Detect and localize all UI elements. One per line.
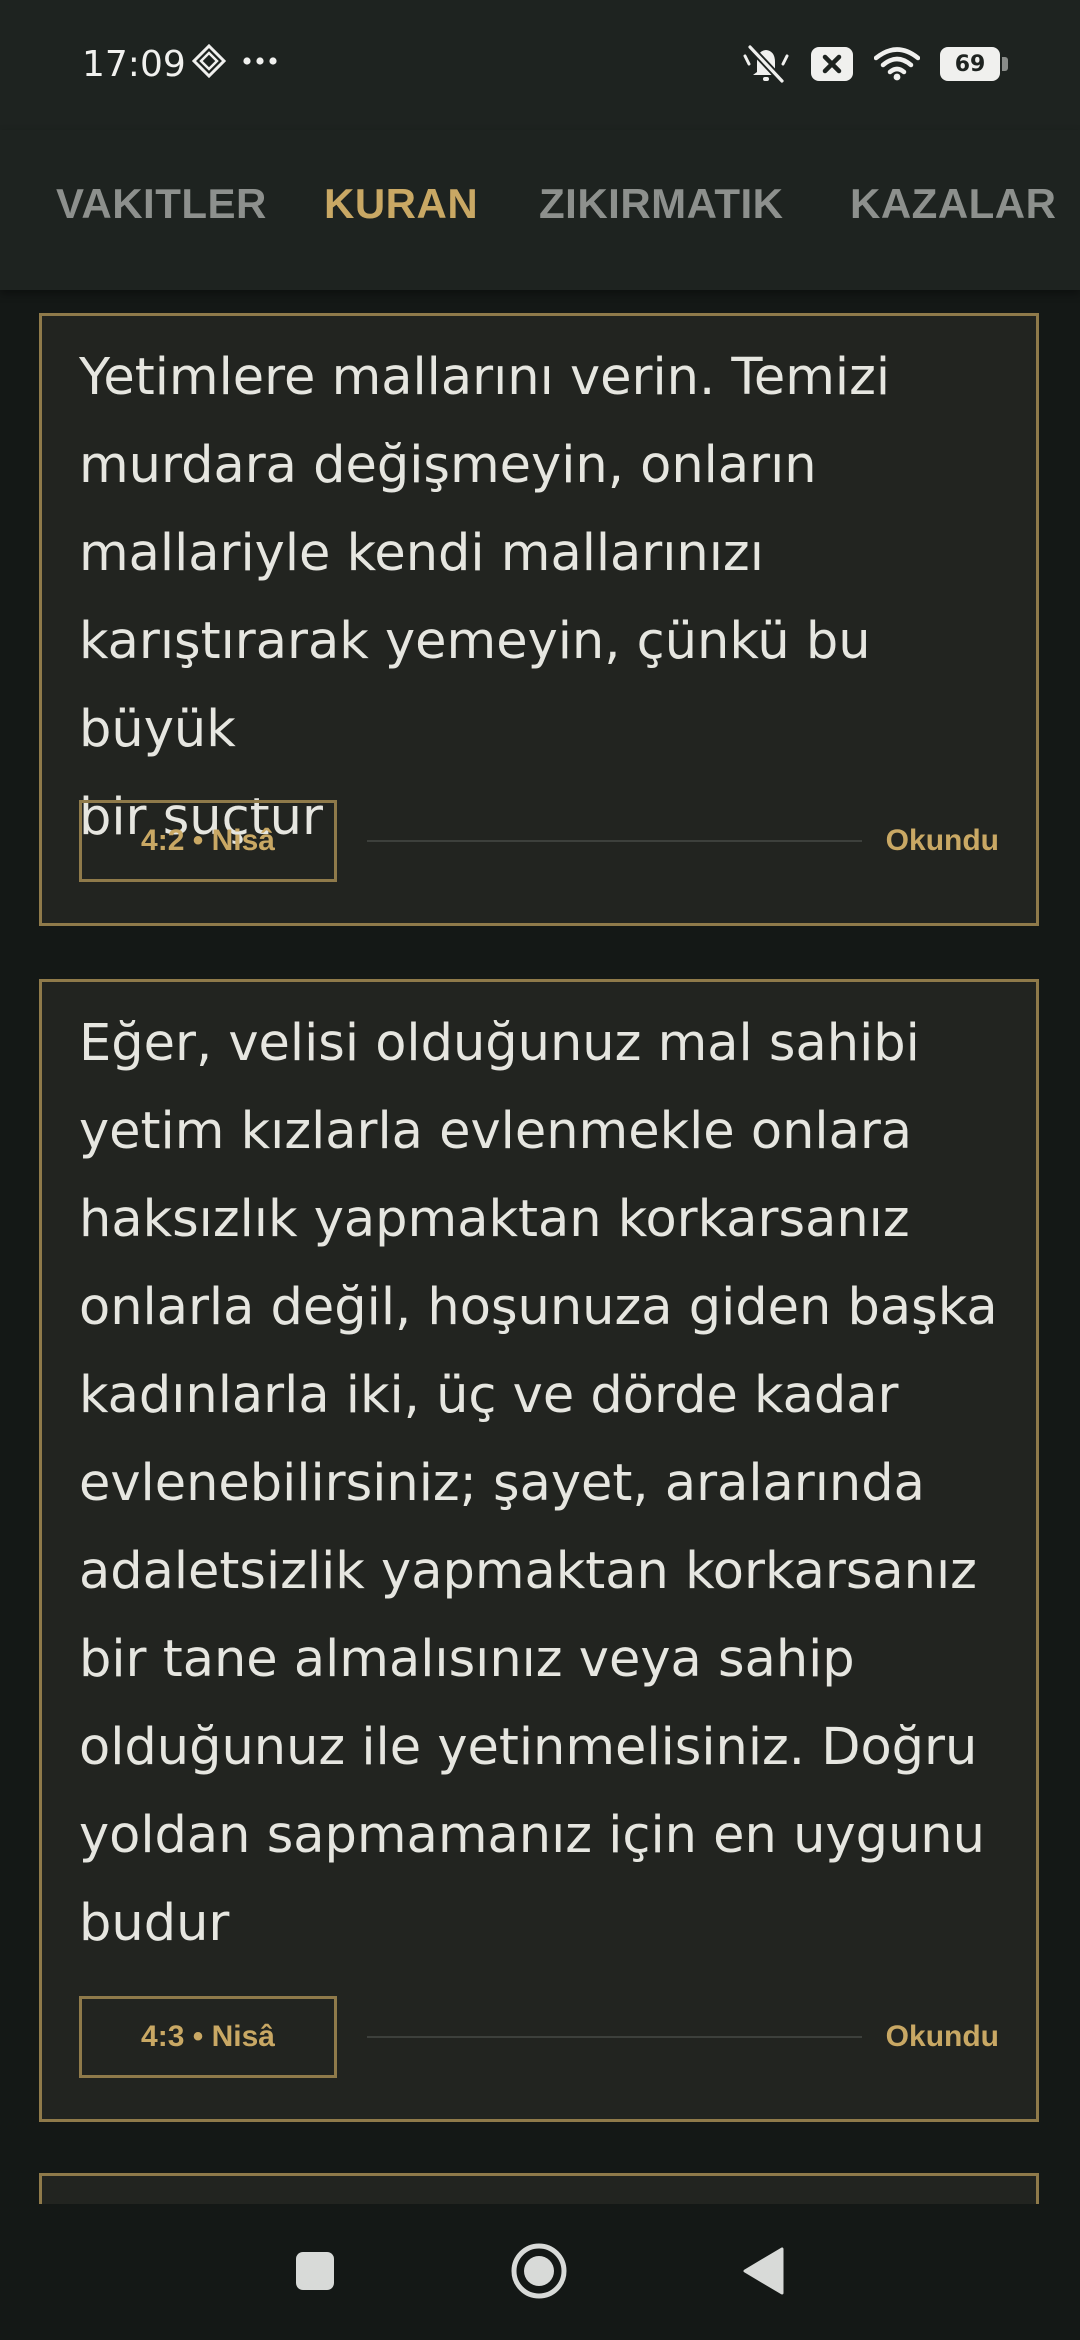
verse-line: murdara değişmeyin, onların xyxy=(79,436,817,495)
battery-level: 69 xyxy=(954,51,986,77)
verse-card xyxy=(39,2173,1039,2204)
tab-kazalar[interactable]: KAZALAR xyxy=(850,180,1056,228)
verse-line: yoldan sapmamanız için en uygunu xyxy=(79,1806,985,1865)
tab-zikirmatik[interactable]: ZIKIRMATIK xyxy=(539,180,784,228)
verse-line: Yetimlere mallarını verin. Temizi xyxy=(79,348,891,407)
recents-square-icon[interactable] xyxy=(295,2251,335,2291)
card-divider xyxy=(367,2036,862,2038)
wifi-icon xyxy=(874,47,920,81)
more-dots-icon xyxy=(243,57,277,65)
verse-reference-badge[interactable]: 4:2 • Nisâ xyxy=(79,800,337,882)
verse-reference-badge[interactable]: 4:3 • Nisâ xyxy=(79,1996,337,2078)
bell-off-icon xyxy=(743,44,789,84)
verse-card: Yetimlere mallarını verin. Temizi murdar… xyxy=(39,313,1039,926)
verse-text: Yetimlere mallarını verin. Temizi murdar… xyxy=(79,334,1009,862)
verse-text: Eğer, velisi olduğunuz mal sahibi yetim … xyxy=(79,1000,1009,1968)
verse-list[interactable]: Yetimlere mallarını verin. Temizi murdar… xyxy=(0,290,1080,2204)
verse-line: adaletsizlik yapmaktan korkarsanız xyxy=(79,1542,977,1601)
card-divider xyxy=(367,840,862,842)
verse-card: Eğer, velisi olduğunuz mal sahibi yetim … xyxy=(39,979,1039,2122)
back-triangle-icon[interactable] xyxy=(742,2247,784,2295)
status-bar: 17:09 69 xyxy=(0,0,1080,130)
close-box-icon xyxy=(811,47,853,81)
mark-read-button[interactable]: Okundu xyxy=(886,2020,999,2054)
tab-vakitler[interactable]: VAKITLER xyxy=(56,180,267,228)
verse-line: bir tane almalısınız veya sahip xyxy=(79,1630,855,1689)
navigation-bar xyxy=(0,2204,1080,2340)
verse-line: olduğunuz ile yetinmelisiniz. Doğru xyxy=(79,1718,978,1777)
status-left-icons xyxy=(192,44,278,78)
verse-line: onlarla değil, hoşunuza giden başka xyxy=(79,1278,998,1337)
verse-line: Eğer, velisi olduğunuz mal sahibi xyxy=(79,1014,920,1073)
verse-line: karıştırarak yemeyin, çünkü bu büyük xyxy=(79,612,871,759)
mark-read-button[interactable]: Okundu xyxy=(886,824,999,858)
tab-bar: VAKITLER KURAN ZIKIRMATIK KAZALAR xyxy=(0,130,1080,290)
verse-line: mallariyle kendi mallarınızı xyxy=(79,524,764,583)
home-circle-icon[interactable] xyxy=(510,2242,568,2300)
verse-line: haksızlık yapmaktan korkarsanız xyxy=(79,1190,910,1249)
battery-icon: 69 xyxy=(940,47,1008,81)
status-right-icons: 69 xyxy=(742,44,1008,84)
verse-line: kadınlarla iki, üç ve dörde kadar xyxy=(79,1366,899,1425)
tab-kuran[interactable]: KURAN xyxy=(324,180,478,228)
verse-line: evlenebilirsiniz; şayet, aralarında xyxy=(79,1454,925,1513)
verse-line: budur xyxy=(79,1894,230,1953)
verse-line: yetim kızlarla evlenmekle onlara xyxy=(79,1102,913,1161)
status-time: 17:09 xyxy=(82,44,186,85)
navigation-diamond-icon xyxy=(192,44,226,78)
